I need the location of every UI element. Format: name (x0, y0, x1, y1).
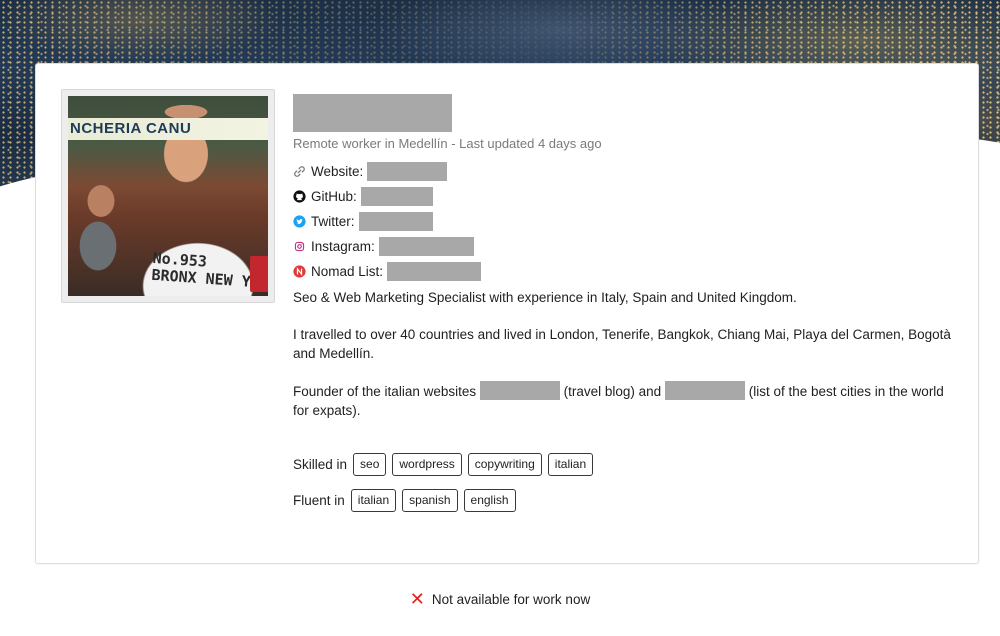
profile-name-redacted (293, 94, 452, 132)
nomadlist-redacted[interactable] (387, 262, 482, 281)
website-2-redacted[interactable] (664, 381, 745, 400)
link-label-website: Website: (311, 164, 364, 179)
link-row-twitter[interactable]: Twitter: (293, 209, 953, 234)
bio-paragraph-1: Seo & Web Marketing Specialist with expe… (293, 290, 797, 305)
link-row-website[interactable]: Website: (293, 159, 953, 184)
bio-paragraph-3-part2: (travel blog) and (563, 384, 662, 399)
skills-label: Skilled in (293, 457, 348, 472)
skill-tag[interactable]: wordpress (392, 453, 462, 476)
photo-sign-text: NCHERIA CANU (70, 120, 192, 137)
github-icon (293, 190, 306, 203)
profile-photo-frame: NCHERIA CANU No.953 BRONX NEW YO (61, 89, 275, 303)
link-row-github[interactable]: GitHub: (293, 184, 953, 209)
twitter-redacted[interactable] (358, 212, 433, 231)
profile-content: Remote worker in Medellín - Last updated… (293, 94, 953, 512)
link-label-twitter: Twitter: (311, 214, 355, 229)
profile-bio: Seo & Web Marketing Specialist with expe… (293, 288, 953, 420)
link-label-nomadlist: Nomad List: (311, 264, 384, 279)
website-redacted[interactable] (367, 162, 448, 181)
link-label-instagram: Instagram: (311, 239, 375, 254)
link-row-nomadlist[interactable]: Nomad List: (293, 259, 953, 284)
languages-row: Fluent in italian spanish english (293, 489, 953, 512)
photo-shirt-badge (250, 256, 268, 292)
bio-paragraph-3: Founder of the italian websites (travel … (293, 381, 953, 420)
availability-status: ✕ Not available for work now (0, 590, 1000, 608)
link-label-github: GitHub: (311, 189, 357, 204)
languages-label: Fluent in (293, 493, 345, 508)
skill-tag[interactable]: seo (353, 453, 387, 476)
website-1-redacted[interactable] (479, 381, 560, 400)
cross-icon: ✕ (409, 589, 425, 609)
language-tag[interactable]: italian (350, 489, 397, 512)
link-row-instagram[interactable]: Instagram: (293, 234, 953, 259)
github-redacted[interactable] (360, 187, 433, 206)
instagram-icon (293, 240, 306, 253)
profile-photo: NCHERIA CANU No.953 BRONX NEW YO (68, 96, 268, 296)
link-icon (293, 165, 306, 178)
profile-links: Website: GitHub: Twitter: Instagram: Nom… (293, 159, 953, 284)
bio-paragraph-2: I travelled to over 40 countries and liv… (293, 327, 951, 361)
bio-paragraph-3-part1: Founder of the italian websites (293, 384, 477, 399)
skill-tag[interactable]: italian (547, 453, 594, 476)
twitter-icon (293, 215, 306, 228)
language-tag[interactable]: english (463, 489, 516, 512)
profile-card: NCHERIA CANU No.953 BRONX NEW YO Remote … (35, 63, 979, 564)
language-tag[interactable]: spanish (402, 489, 458, 512)
availability-text: Not available for work now (431, 591, 591, 607)
skill-tag[interactable]: copywriting (467, 453, 542, 476)
instagram-redacted[interactable] (378, 237, 474, 256)
skills-row: Skilled in seo wordpress copywriting ita… (293, 453, 953, 476)
nomadlist-icon (293, 265, 306, 278)
profile-subtitle: Remote worker in Medellín - Last updated… (293, 136, 602, 151)
